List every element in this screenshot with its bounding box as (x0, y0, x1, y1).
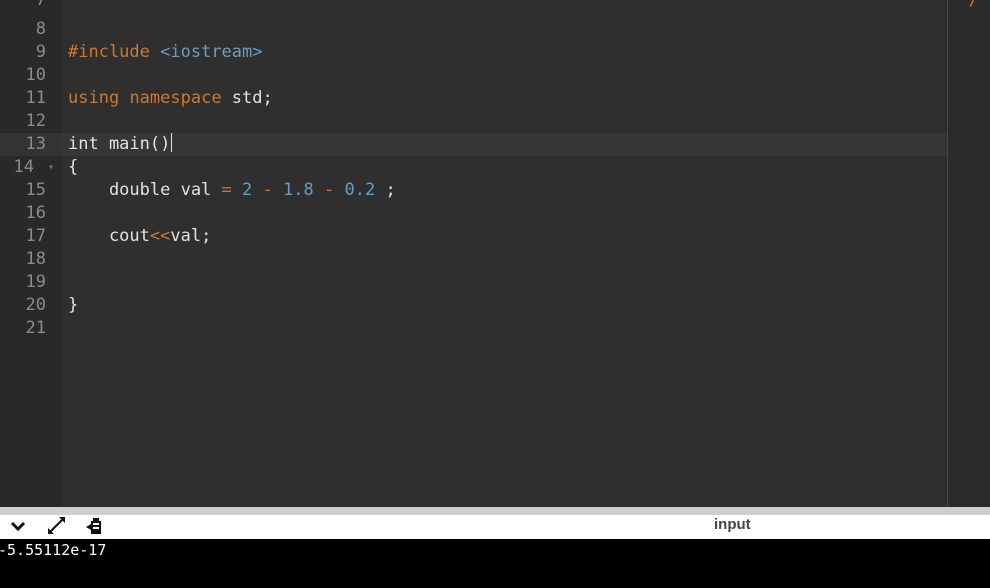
line-number: 15 (25, 180, 46, 200)
expand-icon[interactable] (46, 515, 68, 539)
code-text: } (68, 295, 79, 315)
code-line[interactable]: 7 **************************************… (0, 0, 990, 12)
code-line[interactable]: 12 (0, 110, 990, 133)
keyword-namespace: namespace (129, 88, 222, 108)
line-number: 9 (35, 42, 46, 62)
code-line[interactable]: 17 cout<<val; (0, 225, 990, 248)
line-number: 10 (25, 65, 46, 85)
operator: << (149, 226, 171, 246)
line-number: 11 (25, 88, 46, 108)
chevron-down-icon[interactable] (8, 515, 30, 539)
panel-resizer[interactable] (0, 507, 990, 515)
operator: = (221, 180, 232, 200)
text-cursor (171, 133, 173, 152)
input-tab-label[interactable]: input (714, 515, 751, 535)
line-number: 18 (25, 249, 46, 269)
line-number: 13 (25, 134, 46, 154)
identifier: val; (170, 226, 212, 246)
code-line[interactable]: 21 (0, 317, 990, 340)
comment-text: ****************************************… (68, 0, 979, 10)
number-literal: 1.8 (283, 180, 314, 200)
code-line[interactable]: 11 using namespace std; (0, 87, 990, 110)
code-text: { (68, 157, 79, 177)
code-line[interactable]: 19 (0, 271, 990, 294)
line-number: 14 (13, 157, 34, 177)
code-line-active[interactable]: 13 int main() (0, 133, 990, 156)
code-line[interactable]: 9 #include <iostream> (0, 41, 990, 64)
code-line[interactable]: 14 ▾ { (0, 156, 990, 179)
code-line[interactable]: 10 (0, 64, 990, 87)
clear-console-icon[interactable] (84, 515, 106, 539)
fold-toggle-icon[interactable]: ▾ (48, 156, 54, 179)
line-number: 8 (35, 19, 46, 39)
number-literal: 2 (242, 180, 253, 200)
preprocessor-directive: #include (68, 42, 150, 62)
keyword-using: using (68, 88, 120, 108)
code-line[interactable]: 20 } (0, 294, 990, 317)
semicolon: ; (375, 180, 396, 200)
namespace-name: std; (221, 88, 273, 108)
line-number: 7 (35, 0, 46, 10)
operator: - (324, 180, 335, 200)
include-library: <iostream> (160, 42, 263, 62)
code-line[interactable]: 8 (0, 18, 990, 41)
line-number: 19 (25, 272, 46, 292)
line-number: 12 (25, 111, 46, 131)
number-literal: 0.2 (344, 180, 376, 200)
code-line[interactable]: 15 double val = 2 - 1.8 - 0.2 ; (0, 179, 990, 202)
line-number: 20 (25, 295, 46, 315)
operator: - (262, 180, 273, 200)
line-number: 21 (25, 318, 46, 338)
console-output-text: -5.55112e-17 (0, 541, 107, 559)
code-line[interactable]: 18 (0, 248, 990, 271)
code-line[interactable]: 16 (0, 202, 990, 225)
code-text: int main() (68, 134, 171, 154)
line-number: 17 (25, 226, 46, 246)
declaration: double val (68, 180, 222, 200)
identifier: cout (68, 226, 150, 246)
line-number: 16 (25, 203, 46, 223)
console-output-panel: -5.55112e-17 (0, 539, 990, 588)
console-toolbar: input (0, 515, 990, 539)
code-editor[interactable]: 7 **************************************… (0, 0, 990, 507)
